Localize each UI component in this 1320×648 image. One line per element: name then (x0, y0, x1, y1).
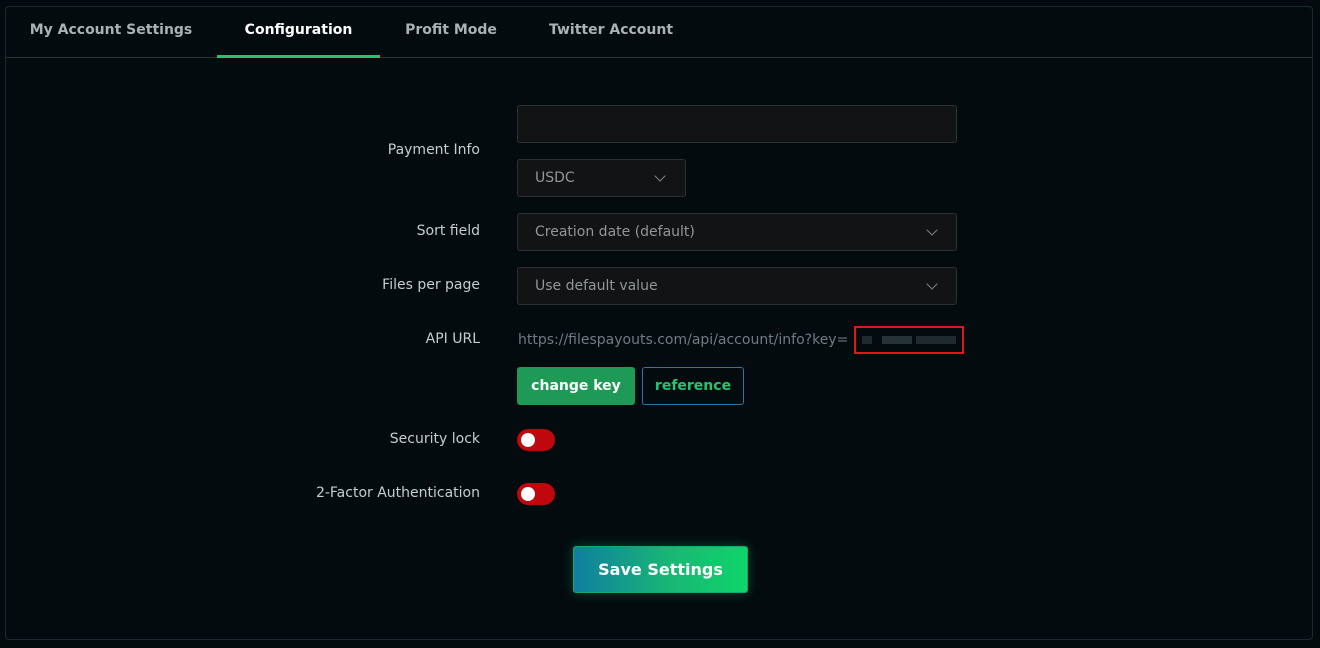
reference-button[interactable]: reference (642, 367, 744, 405)
toggle-knob (521, 433, 535, 447)
tab-configuration[interactable]: Configuration (217, 7, 380, 58)
sort-field-label: Sort field (416, 223, 480, 239)
tab-twitter-account[interactable]: Twitter Account (536, 7, 686, 57)
payment-info-label: Payment Info (387, 142, 480, 158)
save-settings-button[interactable]: Save Settings (573, 546, 748, 593)
payment-info-input[interactable] (517, 105, 957, 143)
tab-my-account-settings[interactable]: My Account Settings (16, 7, 206, 57)
two-factor-toggle[interactable] (517, 483, 555, 505)
toggle-knob (521, 487, 535, 501)
two-factor-label: 2-Factor Authentication (315, 485, 480, 501)
settings-panel: My Account Settings Configuration Profit… (5, 6, 1313, 640)
currency-selected-value: USDC (535, 170, 575, 186)
api-url-value: https://filespayouts.com/api/account/inf… (518, 332, 849, 348)
change-key-button[interactable]: change key (517, 367, 635, 405)
chevron-down-icon (654, 170, 666, 182)
security-lock-toggle[interactable] (517, 429, 555, 451)
chevron-down-icon (926, 224, 938, 236)
sort-field-selected-value: Creation date (default) (535, 224, 695, 240)
api-url-label: API URL (425, 331, 480, 347)
files-per-page-select[interactable]: Use default value (517, 267, 957, 305)
tab-profit-mode[interactable]: Profit Mode (396, 7, 506, 57)
payment-info-field[interactable] (518, 106, 956, 142)
currency-select[interactable]: USDC (517, 159, 686, 197)
security-lock-label: Security lock (389, 431, 480, 447)
files-per-page-selected-value: Use default value (535, 278, 658, 294)
tab-bar: My Account Settings Configuration Profit… (6, 7, 1312, 58)
redacted-key-highlight (854, 326, 964, 354)
files-per-page-label: Files per page (382, 277, 480, 293)
chevron-down-icon (926, 278, 938, 290)
sort-field-select[interactable]: Creation date (default) (517, 213, 957, 251)
